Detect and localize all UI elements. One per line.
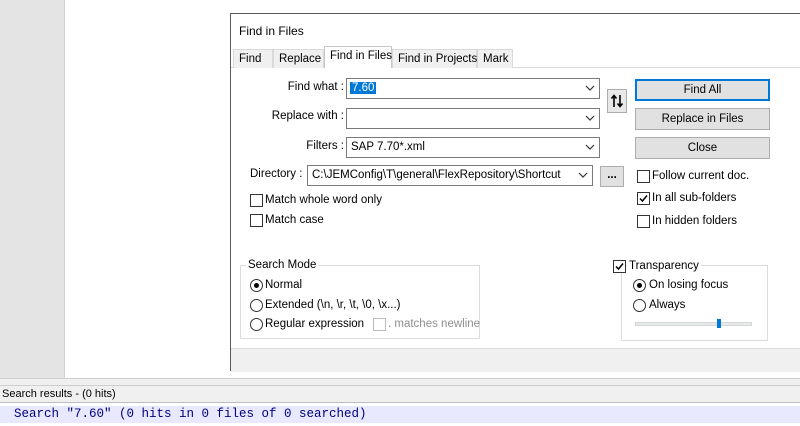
search-mode-extended-label: Extended (\n, \r, \t, \0, \x...) bbox=[265, 299, 401, 311]
filters-input[interactable]: SAP 7.70*.xml bbox=[346, 137, 600, 158]
search-results-panel[interactable]: Search "7.60" (0 hits in 0 files of 0 se… bbox=[0, 404, 800, 426]
directory-value: C:\JEMConfig\T\general\FlexRepository\Sh… bbox=[312, 169, 561, 181]
search-mode-regex-label: Regular expression bbox=[265, 318, 365, 330]
transparency-checkbox[interactable] bbox=[613, 260, 626, 273]
tab-replace[interactable]: Replace bbox=[273, 49, 324, 68]
search-results-line[interactable]: Search "7.60" (0 hits in 0 files of 0 se… bbox=[0, 406, 800, 423]
find-what-input[interactable]: 7.60 bbox=[346, 78, 600, 99]
match-whole-word-label: Match whole word only bbox=[265, 194, 382, 206]
transparency-always-radio[interactable] bbox=[633, 299, 646, 312]
match-case-checkbox[interactable] bbox=[250, 214, 263, 227]
in-all-subfolders-label: In all sub-folders bbox=[652, 192, 737, 204]
filters-label: Filters : bbox=[306, 140, 344, 152]
transparency-always-label: Always bbox=[649, 299, 686, 311]
chevron-down-icon bbox=[585, 115, 595, 121]
transparency-on-losing-focus-label: On losing focus bbox=[649, 279, 729, 291]
match-whole-word-checkbox[interactable] bbox=[250, 194, 263, 207]
editor-horizontal-scrollbar[interactable] bbox=[0, 378, 800, 386]
find-in-files-dialog: Find in Files Find Replace Find in Files… bbox=[230, 13, 800, 372]
search-results-header: Search results - (0 hits) bbox=[0, 386, 800, 403]
tab-find-in-files[interactable]: Find in Files bbox=[324, 46, 392, 69]
chevron-down-icon bbox=[585, 85, 595, 91]
in-all-subfolders-checkbox[interactable] bbox=[637, 192, 650, 205]
radio-selected-dot bbox=[637, 283, 642, 288]
close-button[interactable]: Close bbox=[635, 137, 770, 159]
search-mode-extended-radio[interactable] bbox=[250, 299, 263, 312]
transparency-title: Transparency bbox=[627, 260, 701, 272]
chevron-down-icon bbox=[578, 172, 588, 178]
in-hidden-folders-label: In hidden folders bbox=[652, 215, 738, 227]
dialog-status-strip bbox=[231, 348, 800, 372]
follow-current-doc-checkbox[interactable] bbox=[637, 170, 650, 183]
filters-value: SAP 7.70*.xml bbox=[351, 141, 425, 153]
radio-selected-dot bbox=[254, 283, 259, 288]
chevron-down-icon bbox=[585, 144, 595, 150]
find-all-button[interactable]: Find All bbox=[635, 79, 770, 101]
browse-directory-button[interactable]: ... bbox=[600, 166, 624, 187]
dialog-title-bar[interactable]: Find in Files bbox=[231, 14, 800, 46]
search-mode-title: Search Mode bbox=[246, 259, 319, 271]
find-what-value: 7.60 bbox=[350, 82, 377, 94]
search-mode-normal-label: Normal bbox=[265, 279, 303, 291]
dialog-tabs: Find Replace Find in Files Find in Proje… bbox=[231, 46, 800, 69]
tab-find-in-projects[interactable]: Find in Projects bbox=[392, 49, 477, 68]
in-hidden-folders-checkbox[interactable] bbox=[637, 215, 650, 228]
transparency-slider-thumb[interactable] bbox=[717, 319, 721, 328]
match-case-label: Match case bbox=[265, 214, 324, 226]
matches-newline-label: . matches newline bbox=[388, 318, 481, 330]
directory-label: Directory : bbox=[250, 168, 303, 180]
tab-mark[interactable]: Mark bbox=[477, 49, 513, 68]
tab-find[interactable]: Find bbox=[233, 49, 273, 68]
matches-newline-checkbox[interactable] bbox=[373, 318, 386, 331]
replace-with-input[interactable] bbox=[346, 108, 600, 129]
replace-with-label: Replace with : bbox=[271, 110, 344, 122]
replace-in-files-button[interactable]: Replace in Files bbox=[635, 108, 770, 130]
swap-arrows-icon bbox=[610, 94, 624, 108]
find-what-label: Find what : bbox=[287, 81, 344, 93]
swap-find-replace-button[interactable] bbox=[607, 89, 627, 113]
directory-input[interactable]: C:\JEMConfig\T\general\FlexRepository\Sh… bbox=[307, 165, 593, 186]
search-mode-normal-radio[interactable] bbox=[250, 279, 263, 292]
dialog-title: Find in Files bbox=[239, 24, 304, 38]
checkmark-icon bbox=[615, 263, 624, 271]
find-in-files-panel: Find what : 7.60 Replace with : Filters … bbox=[231, 68, 800, 348]
editor-line-gutter bbox=[0, 0, 65, 378]
transparency-on-losing-focus-radio[interactable] bbox=[633, 279, 646, 292]
follow-current-doc-label: Follow current doc. bbox=[652, 170, 750, 182]
checkmark-icon bbox=[639, 195, 648, 203]
transparency-slider-track[interactable] bbox=[635, 322, 752, 326]
search-mode-regex-radio[interactable] bbox=[250, 318, 263, 331]
